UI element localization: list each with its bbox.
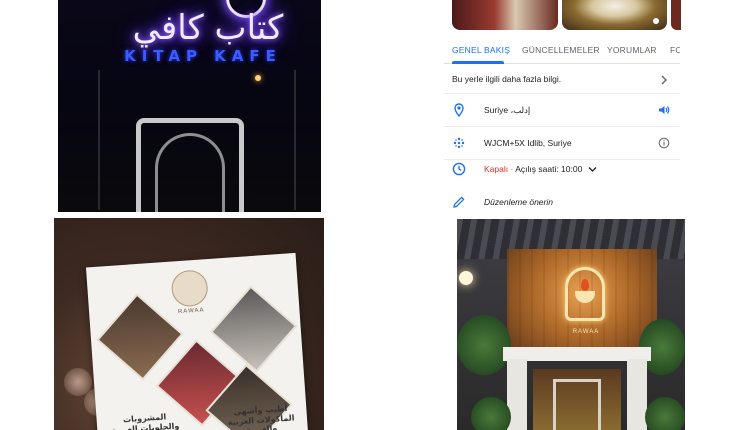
menu-card-logo (170, 269, 209, 308)
lamp (255, 75, 261, 81)
photo-indicator-dot (653, 18, 659, 24)
menu-card: RAWAA المشروبات والحلويات الغربية بمذاق … (85, 252, 309, 430)
stone-pillar (627, 359, 647, 430)
plus-code-icon (453, 137, 465, 149)
address-row[interactable]: Suriye ،إدلب (444, 94, 680, 127)
door-frame (553, 379, 601, 430)
info-icon[interactable] (658, 137, 670, 149)
neon-sign-latin: KITAP KAFE (124, 47, 282, 65)
status-separator: · (510, 164, 514, 174)
tab-updates[interactable]: GÜNCELLEMELER (522, 45, 600, 55)
hours-status: Kapalı · Açılış saati: 10:00 (484, 164, 597, 174)
location-pin-icon (454, 103, 464, 117)
menu-card-text-left: المشروبات والحلويات الغربية بمذاق أصيل (111, 412, 180, 430)
logo-flame (581, 279, 589, 291)
neon-sign-arabic: كتاب كافي (132, 8, 284, 48)
clock-icon (452, 162, 466, 176)
place-tabs: GENEL BAKIŞ GÜNCELLEMELER YORUMLAR FO (444, 36, 680, 64)
hours-row[interactable]: Kapalı · Açılış saati: 10:00 (444, 153, 680, 185)
tab-photos[interactable]: FO (670, 45, 680, 55)
photo-neon-sign[interactable]: كتاب كافي KITAP KAFE (58, 0, 321, 212)
more-info-row[interactable]: Bu yerle ilgili daha fazla bilgi. (444, 64, 680, 94)
menu-card-brand: RAWAA (177, 307, 205, 316)
plant (457, 315, 511, 375)
closed-status: Kapalı (484, 164, 509, 174)
photo-menu-card[interactable]: RAWAA المشروبات والحلويات الغربية بمذاق … (54, 218, 324, 430)
tab-reviews[interactable]: YORUMLAR (607, 45, 657, 55)
photo-thumbnail[interactable] (452, 0, 558, 30)
speaker-icon[interactable] (658, 104, 670, 116)
menu-card-text-right: أطيب وأشهى المأكولات الغربية والعربية (227, 403, 295, 430)
rail (98, 70, 100, 210)
menu-photo-diamond (209, 285, 298, 373)
plus-code-text: WJCM+5X Idlib, Suriye (484, 138, 572, 148)
opening-time: Açılış saati: 10:00 (515, 164, 583, 174)
plant (645, 397, 685, 430)
chevron-right-icon (661, 75, 667, 85)
chevron-down-icon (588, 167, 597, 173)
tab-overview[interactable]: GENEL BAKIŞ (452, 45, 510, 55)
entrance-arch (136, 118, 244, 212)
plant (471, 397, 511, 430)
suggest-edit-text: Düzenleme önerin (484, 197, 553, 207)
pencil-icon (453, 196, 465, 208)
suggest-edit-row[interactable]: Düzenleme önerin (444, 186, 680, 216)
address-text: Suriye ،إدلب (484, 105, 531, 115)
photo-restaurant-entrance[interactable]: RAWAA (457, 219, 685, 430)
more-info-text: Bu yerle ilgili daha fazla bilgi. (452, 74, 562, 84)
wall-light (459, 271, 473, 285)
rail (294, 70, 296, 210)
photo-thumbnail[interactable] (671, 0, 681, 30)
photo-thumbnail[interactable] (562, 0, 667, 30)
restaurant-logo-text: RAWAA (572, 329, 600, 335)
